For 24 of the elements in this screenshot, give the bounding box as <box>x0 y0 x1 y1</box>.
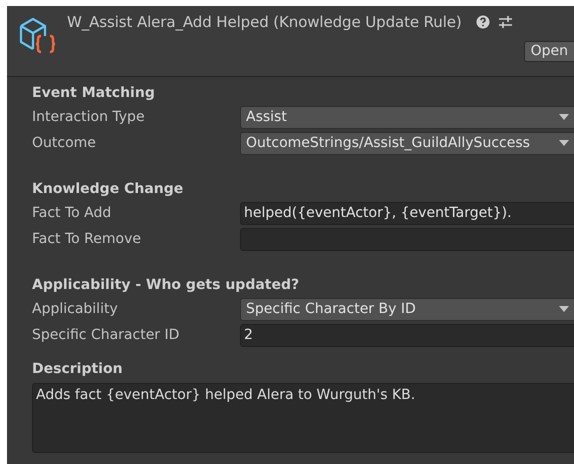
window-title: W_Assist Alera_Add Helped (Knowledge Update Rule) <box>67 13 462 31</box>
section-heading: Event Matching <box>32 84 156 103</box>
dropdown[interactable]: Specific Character By ID <box>240 298 574 320</box>
caret-icon <box>559 306 569 312</box>
description-field[interactable]: Adds fact {eventActor} helped Alera to Wurguth's KB. <box>32 383 574 453</box>
field-label: Outcome <box>32 135 97 151</box>
field-label: Fact To Add <box>32 205 112 221</box>
section-heading: Applicability - Who gets updated? <box>32 276 300 295</box>
field-label: Specific Character ID <box>32 327 180 343</box>
caret-icon <box>559 114 569 120</box>
dropdown[interactable]: OutcomeStrings/Assist_GuildAllySuccess <box>240 132 574 154</box>
dropdown[interactable]: Assist <box>240 106 574 128</box>
open-button[interactable]: Open <box>524 41 574 62</box>
settings-sliders-icon[interactable] <box>498 15 513 29</box>
input-field[interactable]: 2 <box>240 324 574 346</box>
section-heading: Knowledge Change <box>32 180 184 199</box>
cube-script-icon <box>17 16 57 56</box>
caret-icon <box>559 140 569 146</box>
field-label: Interaction Type <box>32 109 146 125</box>
section-heading: Description <box>32 360 124 379</box>
field-label: Applicability <box>32 301 119 317</box>
help-icon[interactable] <box>476 15 490 29</box>
field-label: Fact To Remove <box>32 231 142 247</box>
input-field[interactable]: helped({eventActor}, {eventTarget}). <box>240 202 574 224</box>
